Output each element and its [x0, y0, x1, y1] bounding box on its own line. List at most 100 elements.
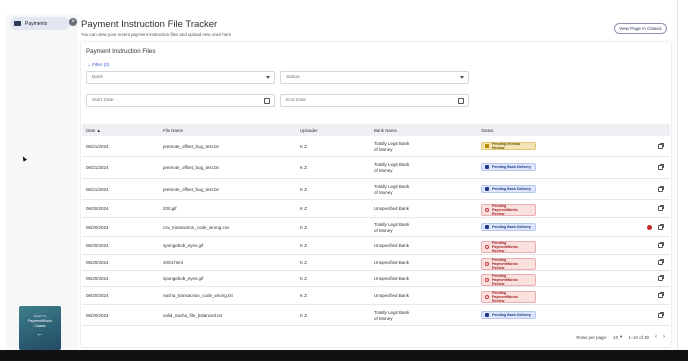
table-row[interactable]: 06/20/2024 200.gif K Z Unspecified Bank Pend…	[82, 200, 670, 218]
open-external-icon[interactable]	[658, 242, 664, 248]
bank-select[interactable]: Bank	[86, 71, 275, 84]
cell-date: 06/20/2024	[86, 225, 109, 230]
open-external-icon[interactable]	[658, 259, 664, 265]
status-icon	[485, 208, 489, 212]
cell-uploader: K Z	[300, 313, 308, 318]
table-row[interactable]: 06/21/2024 premote_offset_bug_test.txt K Z…	[82, 136, 670, 157]
view-in-classic-button[interactable]: View Page in Classic	[614, 23, 667, 34]
status-badge: Pending Bank Delivery	[481, 311, 536, 319]
cell-bank-name: Unspecified Bank	[374, 293, 409, 299]
cell-date: 06/21/2024	[86, 144, 109, 149]
calendar-icon[interactable]	[458, 98, 464, 104]
calendar-icon[interactable]	[264, 98, 270, 104]
status-text: Pending PaymentWorks Review	[492, 204, 518, 216]
open-external-icon[interactable]	[658, 275, 664, 281]
start-date-placeholder: Start Date	[92, 98, 114, 103]
open-external-icon[interactable]	[658, 143, 664, 149]
previous-page-icon[interactable]: ‹	[655, 334, 657, 340]
table-row[interactable]: 06/21/2024 premote_offset_bug_test.txt K Z…	[82, 157, 670, 179]
column-uploader[interactable]: Uploader	[300, 128, 318, 133]
column-bank-name[interactable]: Bank Name	[374, 128, 397, 133]
cell-bank-name: Unspecified Bank	[374, 276, 409, 282]
sidebar-item-label: Payments	[25, 20, 48, 27]
status-icon	[485, 144, 489, 148]
status-icon	[485, 187, 489, 191]
open-external-icon[interactable]	[658, 186, 664, 192]
bank-name-line-2: of Money	[374, 168, 393, 173]
status-badge: Pending Bank Delivery	[481, 185, 536, 193]
table-row[interactable]: 06/21/2024 premote_offset_bug_test.txt K Z…	[82, 179, 670, 200]
next-page-icon[interactable]: ›	[663, 334, 665, 340]
cell-bank-name: Unspecified Bank	[374, 206, 409, 212]
files-card: Payment Instruction Files ⌄ Filter (0) B…	[81, 42, 671, 347]
table-row[interactable]: 06/20/2024 4004.html K Z Unspecified Bank Pe…	[82, 255, 670, 271]
cell-bank-name: Unspecified Bank	[374, 260, 409, 266]
chevron-down-icon: ▾	[620, 334, 623, 339]
bank-name-line-1: Unspecified Bank	[374, 243, 410, 248]
status-text: Pending Bank Delivery	[492, 165, 531, 169]
table-row[interactable]: 06/20/2024 spongebob_eyes.gif K Z Unspecifi…	[82, 271, 670, 287]
promo-small-text: Switch To	[33, 314, 47, 318]
open-external-icon[interactable]	[658, 224, 664, 230]
status-text: Pending Internal Review	[492, 142, 521, 150]
cell-date: 06/20/2024	[86, 206, 109, 211]
status-icon	[485, 313, 489, 317]
bottom-bar	[0, 350, 688, 361]
card-title: Payment Instruction Files	[86, 48, 156, 55]
switch-to-classic-card[interactable]: Switch To PaymentWorks Classic ←	[19, 306, 61, 350]
bank-name-line-1: Unspecified Bank	[374, 293, 410, 298]
close-icon[interactable]: ×	[69, 18, 77, 26]
cell-uploader: K Z	[300, 260, 308, 265]
column-date[interactable]: Date ▲	[86, 128, 101, 133]
cell-uploader: K Z	[300, 225, 308, 230]
status-icon	[485, 295, 489, 299]
status-text: Pending PaymentWorks Review	[492, 274, 518, 286]
cell-date: 06/20/2024	[86, 293, 109, 298]
cell-file-name: spongebob_eyes.gif	[163, 243, 204, 248]
table-row[interactable]: 06/20/2024 csv_transaction_code_wrong.csv…	[82, 218, 670, 237]
end-date-placeholder: End Date	[286, 98, 307, 103]
pagination: Rows per page: 10 ▾ 1–10 of 30 ‹ ›	[576, 334, 665, 340]
end-date-field[interactable]: End Date	[280, 94, 469, 107]
table-row[interactable]: 06/20/2024 nacha_transaction_code_wrong.t…	[82, 287, 670, 305]
arrow-left-icon: ←	[36, 331, 44, 338]
cell-bank-name: Unspecified Bank	[374, 243, 409, 249]
table-row[interactable]: 06/20/2024 valid_nacha_file_balanced.txt K…	[82, 305, 670, 326]
status-badge: Pending Bank Delivery	[481, 163, 536, 171]
page-subtitle: You can view your recent payment instruc…	[81, 32, 232, 37]
rows-per-page-label: Rows per page:	[576, 334, 608, 340]
open-external-icon[interactable]	[658, 164, 664, 170]
open-external-icon[interactable]	[658, 205, 664, 211]
cell-bank-name: Totally Legit Bank of Money	[374, 184, 409, 196]
bank-name-line-1: Unspecified Bank	[374, 206, 410, 211]
rows-per-page-select[interactable]: 10 ▾	[613, 334, 622, 340]
page-title: Payment Instruction File Tracker	[81, 19, 218, 30]
status-select[interactable]: Status	[280, 71, 469, 84]
bank-name-line-2: of Money	[374, 190, 393, 195]
status-select-placeholder: Status	[286, 75, 300, 80]
sidebar: Payments × Switch To PaymentWorks Classi…	[6, 14, 78, 350]
filter-toggle[interactable]: ⌄ Filter (0)	[87, 62, 109, 68]
top-bar	[0, 0, 688, 11]
status-text: Pending Bank Delivery	[492, 225, 531, 229]
sidebar-item-payments[interactable]: Payments	[10, 17, 70, 30]
column-status[interactable]: Status	[481, 128, 493, 133]
status-text: Pending PaymentWorks Review	[492, 241, 518, 253]
rows-per-page-value: 10	[613, 334, 619, 340]
cell-date: 06/20/2024	[86, 276, 109, 281]
bank-name-line-1: Unspecified Bank	[374, 260, 410, 265]
start-date-field[interactable]: Start Date	[86, 94, 275, 107]
table-header: Date ▲ File Name Uploader Bank Name Stat…	[82, 124, 670, 136]
open-external-icon[interactable]	[658, 292, 664, 298]
bank-name-line-2: of Money	[374, 147, 393, 152]
open-external-icon[interactable]	[658, 312, 664, 318]
status-text: Pending PaymentWorks Review	[492, 258, 518, 270]
bank-name-line-1: Unspecified Bank	[374, 276, 410, 281]
cell-date: 06/21/2024	[86, 187, 109, 192]
table-row[interactable]: 06/20/2024 spongebob_eyes.gif K Z Unspecifi…	[82, 237, 670, 255]
status-icon	[485, 165, 489, 169]
cell-uploader: K Z	[300, 276, 308, 281]
status-text: Pending Bank Delivery	[492, 313, 531, 317]
column-file-name[interactable]: File Name	[163, 128, 183, 133]
cell-uploader: K Z	[300, 293, 308, 298]
